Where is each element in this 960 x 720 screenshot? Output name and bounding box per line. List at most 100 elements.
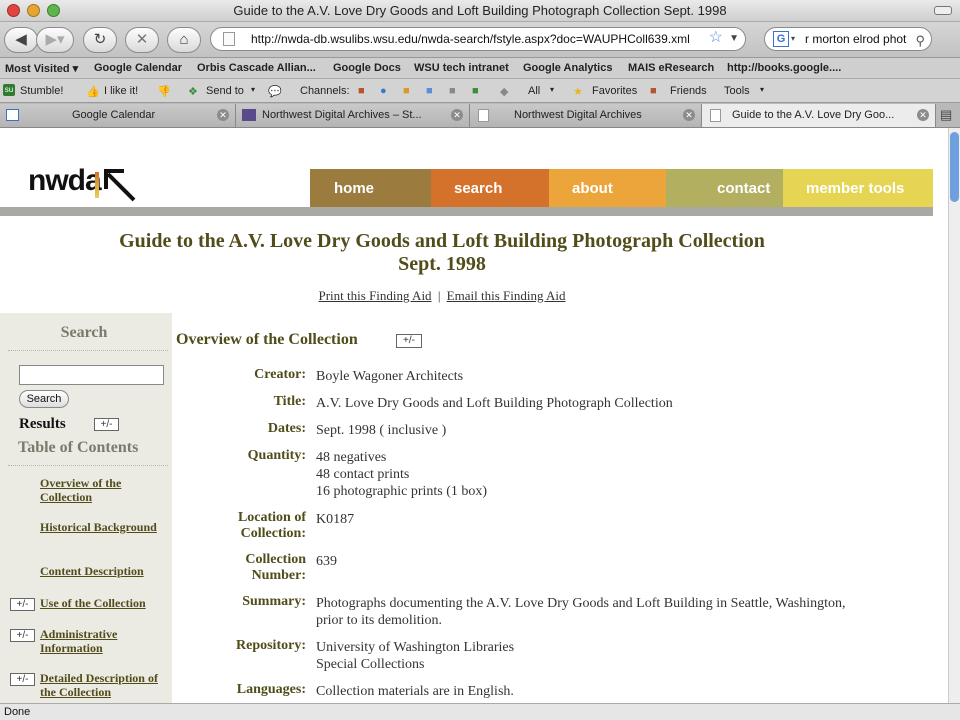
home-button[interactable]: ⌂ — [167, 27, 201, 53]
results-toggle-button[interactable]: +/- — [94, 418, 119, 431]
send-to-button[interactable]: Send to — [206, 85, 244, 97]
bookmark-google-analytics[interactable]: Google Analytics — [523, 62, 612, 74]
send-icon: ❖ — [188, 86, 198, 98]
bookmark-google-books[interactable]: http://books.google.... — [727, 62, 841, 74]
google-search-icon[interactable]: G — [773, 31, 789, 47]
page-content: nwda home search about contact us member… — [0, 128, 948, 703]
logo-accent-bar — [95, 172, 99, 198]
forward-button[interactable]: ▶▾ — [36, 27, 74, 53]
tab-google-calendar[interactable]: Google Calendar ✕ — [0, 104, 236, 127]
reload-button[interactable]: ↻ — [83, 27, 117, 53]
site-nav-member-tools[interactable]: member tools — [783, 169, 933, 207]
scrollbar-thumb[interactable] — [950, 132, 959, 202]
field-value-repository: University of Washington Libraries Speci… — [316, 639, 896, 673]
tab-close-icon[interactable]: ✕ — [217, 109, 229, 121]
quantity-line: 16 photographic prints (1 box) — [316, 484, 488, 499]
stop-button[interactable]: ✕ — [125, 27, 159, 53]
print-finding-aid-link[interactable]: Print this Finding Aid — [319, 288, 432, 303]
channel-people-icon[interactable]: ■ — [403, 85, 410, 97]
sidebar-divider — [8, 350, 168, 351]
overview-heading: Overview of the Collection — [176, 331, 358, 348]
channel-game-icon[interactable]: ■ — [472, 85, 479, 97]
bookmarks-bar: Most Visited ▾ Google Calendar Orbis Cas… — [0, 58, 960, 79]
sidebar: Search Search Results +/- Table of Conte… — [0, 313, 172, 703]
like-button[interactable]: I like it! — [104, 85, 138, 97]
toc-link-historical-background[interactable]: Historical Background — [40, 520, 165, 534]
tab-close-icon[interactable]: ✕ — [451, 109, 463, 121]
bookmark-most-visited[interactable]: Most Visited ▾ — [5, 62, 78, 75]
forward-arrow-icon: ▶▾ — [45, 31, 65, 48]
toolbar-toggle-button[interactable] — [934, 6, 952, 15]
label-line: Collection — [245, 552, 306, 567]
toc-link-content-description[interactable]: Content Description — [40, 564, 165, 578]
field-label-creator: Creator: — [254, 367, 306, 382]
toc-toggle-detailed[interactable]: +/- — [10, 673, 35, 686]
bookmark-wsu-intranet[interactable]: WSU tech intranet — [414, 62, 509, 74]
search-engine-box[interactable]: G ▾ r morton elrod phot ⚲ — [764, 27, 932, 51]
field-value-title: A.V. Love Dry Goods and Loft Building Ph… — [316, 396, 673, 411]
tools-dropdown-icon[interactable]: ▾ — [760, 85, 764, 94]
toc-link-overview[interactable]: Overview of the Collection — [40, 476, 165, 504]
field-value-location: K0187 — [316, 512, 355, 527]
toc-link-use-of-collection[interactable]: Use of the Collection — [40, 596, 165, 610]
tools-button[interactable]: Tools — [724, 85, 750, 97]
email-finding-aid-link[interactable]: Email this Finding Aid — [447, 288, 566, 303]
tab-active-guide[interactable]: Guide to the A.V. Love Dry Goo... ✕ — [702, 104, 936, 127]
overview-toggle-button[interactable]: +/- — [396, 334, 422, 348]
favorites-button[interactable]: Favorites — [592, 85, 637, 97]
bookmark-mais-eresearch[interactable]: MAIS eResearch — [628, 62, 714, 74]
tab-nwda[interactable]: Northwest Digital Archives ✕ — [470, 104, 702, 127]
bookmark-orbis-cascade[interactable]: Orbis Cascade Allian... — [197, 62, 316, 74]
field-label-dates: Dates: — [267, 421, 306, 436]
bookmark-star-icon[interactable]: ☆ — [708, 28, 723, 49]
reload-icon: ↻ — [93, 31, 107, 48]
channel-photo-icon[interactable]: ■ — [426, 85, 433, 97]
page-favicon-icon — [223, 32, 235, 46]
back-button[interactable]: ◀ — [4, 27, 38, 53]
url-bar[interactable]: http://nwda-db.wsulibs.wsu.edu/nwda-sear… — [210, 27, 746, 51]
sidebar-search-button[interactable]: Search — [19, 390, 69, 408]
stumble-button[interactable]: Stumble! — [20, 85, 63, 97]
all-dropdown-icon[interactable]: ▾ — [550, 85, 554, 94]
quantity-line: 48 contact prints — [316, 467, 410, 482]
bookmark-google-calendar[interactable]: Google Calendar — [94, 62, 182, 74]
results-label: Results — [19, 416, 66, 432]
site-nav-contact[interactable]: contact us — [666, 169, 783, 237]
toc-link-administrative-information[interactable]: Administrative Information — [40, 627, 165, 655]
channel-books-icon[interactable]: ■ — [358, 85, 365, 97]
send-dropdown-icon[interactable]: ▾ — [251, 85, 255, 94]
channel-globe-icon[interactable]: ● — [380, 85, 387, 97]
toc-toggle-administrative[interactable]: +/- — [10, 629, 35, 642]
field-value-summary: Photographs documenting the A.V. Love Dr… — [316, 595, 896, 629]
site-nav-home[interactable]: home — [310, 169, 431, 207]
all-channels-button[interactable]: All — [528, 85, 540, 97]
vertical-scrollbar[interactable] — [948, 128, 960, 703]
channel-tag-icon[interactable]: ◆ — [500, 85, 508, 98]
page-title: Guide to the A.V. Love Dry Goods and Lof… — [0, 230, 884, 276]
tab-nwda-search[interactable]: Northwest Digital Archives – St... ✕ — [236, 104, 470, 127]
back-arrow-icon: ◀ — [15, 31, 27, 48]
url-dropdown-icon[interactable]: ▼ — [729, 28, 739, 50]
stumbleupon-logo-icon: su — [3, 84, 15, 96]
site-nav-about[interactable]: about — [549, 169, 666, 207]
magnifier-icon[interactable]: ⚲ — [915, 30, 925, 50]
tab-list-icon[interactable]: ▤ — [940, 107, 958, 123]
search-engine-dropdown-icon[interactable]: ▾ — [791, 28, 795, 50]
tab-close-icon[interactable]: ✕ — [683, 109, 695, 121]
toc-toggle-use[interactable]: +/- — [10, 598, 35, 611]
nwda-logo[interactable]: nwda — [28, 164, 102, 198]
sidebar-search-input[interactable] — [19, 365, 164, 385]
field-label-languages: Languages: — [236, 682, 306, 697]
tab-close-icon[interactable]: ✕ — [917, 109, 929, 121]
thumbs-down-icon[interactable]: 👎 — [157, 85, 171, 98]
summary-line: prior to its demolition. — [316, 613, 442, 628]
thumbs-up-icon[interactable]: 👍 — [86, 85, 100, 98]
bookmark-google-docs[interactable]: Google Docs — [333, 62, 401, 74]
toc-heading: Table of Contents — [18, 439, 139, 456]
field-value-languages: Collection materials are in English. — [316, 684, 514, 699]
channel-tv-icon[interactable]: ■ — [449, 85, 456, 97]
toc-link-detailed-description[interactable]: Detailed Description of the Collection — [40, 671, 165, 699]
speech-bubble-icon[interactable]: 💬 — [268, 85, 282, 98]
site-nav-search[interactable]: search — [431, 169, 549, 207]
friends-button[interactable]: Friends — [670, 85, 707, 97]
